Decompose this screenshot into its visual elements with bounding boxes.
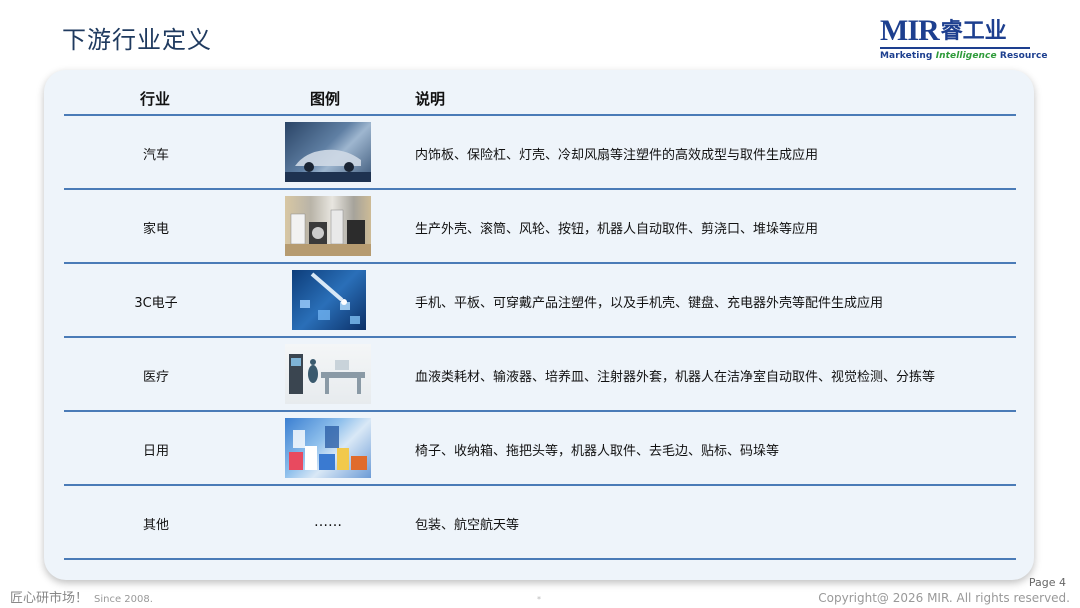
logo-mir-text: MIR [880,14,940,47]
mir-logo: MIR 睿工业 Marketing Intelligence Resource [880,14,1048,66]
car-photo [285,122,371,182]
column-header-description: 说明 [415,90,446,108]
column-header-industry: 行业 [140,90,171,108]
table-row: 其他 …… 包装、航空航天等 [64,486,1016,560]
description-cell: 包装、航空航天等 [415,517,520,533]
industry-cell: 家电 [142,221,169,237]
description-cell: 内饰板、保险杠、灯壳、冷却风扇等注塑件的高效成型与取件生成应用 [415,147,819,163]
footer-since: Since 2008. [94,594,153,605]
page-number: Page 4 [1028,576,1066,589]
appliances-photo [285,196,371,256]
daily-goods-photo [285,418,371,478]
description-cell: 椅子、收纳箱、拖把头等，机器人取件、去毛边、贴标、码垛等 [415,443,780,459]
industry-cell: 医疗 [142,369,169,385]
industry-cell: 日用 [142,443,169,459]
logo-underline [880,47,1030,49]
table-row: 汽车 内饰板、保险杠、灯壳、冷却风扇等注塑件的高效成型与取件生成应用 [64,116,1016,190]
table-row: 家电 生产外壳、滚筒、风轮、按钮，机器人自动取件、剪浇口、堆垛等应用 [64,190,1016,264]
electronics-photo [292,270,366,330]
industry-cell: 汽车 [142,147,169,163]
table-row: 3C电子 手机、平板、可穿戴产品注塑件，以及手机壳、键盘、充电器外壳等配件生成应… [64,264,1016,338]
description-cell: 手机、平板、可穿戴产品注塑件，以及手机壳、键盘、充电器外壳等配件生成应用 [415,295,884,311]
description-cell: 血液类耗材、输液器、培养皿、注射器外套，机器人在洁净室自动取件、视觉检测、分拣等 [415,369,936,385]
copyright-text: Copyright@ 2026 MIR. All rights reserved… [818,591,1070,605]
industry-cell: 3C电子 [134,295,178,311]
column-header-image: 图例 [310,90,341,108]
logo-tagline: Marketing Intelligence Resource [880,51,1048,61]
image-placeholder-ellipsis: …… [314,514,342,530]
medical-photo [285,344,371,404]
description-cell: 生产外壳、滚筒、风轮、按钮，机器人自动取件、剪浇口、堆垛等应用 [415,221,819,237]
footer-mark: * [537,595,541,604]
page-title: 下游行业定义 [62,26,212,54]
table-divider [64,558,1016,560]
footer-slogan: 匠心研市场！ Since 2008. [10,591,153,606]
table-row: 日用 椅子、收纳箱、拖把头等，机器人取件、去毛边、贴标、码垛等 [64,412,1016,486]
table-row: 医疗 血液类耗材、输液器、培养皿、注射器外套，机器人在洁净室自动取件、视觉检测、… [64,338,1016,412]
logo-cn-text: 睿工业 [940,19,1007,44]
industry-cell: 其他 [142,517,169,533]
